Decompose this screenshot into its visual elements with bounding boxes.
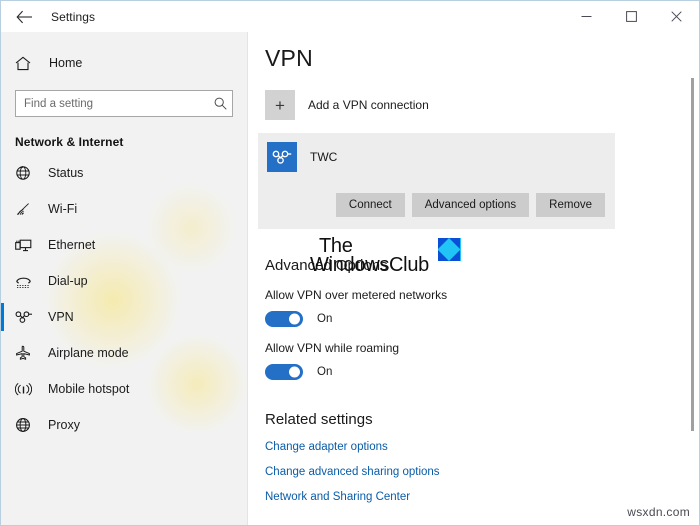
title-bar: Settings bbox=[1, 1, 699, 32]
app-title: Settings bbox=[51, 9, 96, 24]
sidebar-item-label-proxy: Proxy bbox=[48, 418, 80, 432]
window-controls bbox=[564, 1, 699, 32]
vpn-knot-icon bbox=[267, 142, 297, 172]
sidebar-item-wifi[interactable]: Wi-Fi bbox=[1, 191, 247, 227]
status-globe-icon bbox=[15, 165, 39, 181]
sidebar-item-label-status: Status bbox=[48, 166, 84, 180]
vpn-knot-icon bbox=[15, 310, 39, 324]
ethernet-icon bbox=[15, 238, 39, 253]
link-network-and-sharing-center[interactable]: Network and Sharing Center bbox=[265, 491, 699, 503]
dialup-phone-icon bbox=[15, 274, 39, 289]
sidebar: Home Network & Internet Status bbox=[1, 32, 248, 525]
sidebar-item-label-wifi: Wi-Fi bbox=[48, 202, 78, 216]
vpn-connection-card[interactable]: TWC Connect Advanced options Remove bbox=[258, 133, 615, 229]
related-settings-heading: Related settings bbox=[265, 411, 373, 428]
toggle-state-roaming: On bbox=[317, 366, 333, 378]
remove-button[interactable]: Remove bbox=[536, 193, 605, 217]
link-change-adapter-options[interactable]: Change adapter options bbox=[265, 441, 699, 453]
sidebar-item-status[interactable]: Status bbox=[1, 155, 247, 191]
sidebar-item-mobile-hotspot[interactable]: Mobile hotspot bbox=[1, 371, 247, 407]
setting-label-roaming: Allow VPN while roaming bbox=[265, 341, 400, 355]
search-input[interactable] bbox=[16, 91, 208, 116]
scrollbar-thumb[interactable] bbox=[691, 78, 694, 431]
toggle-metered-networks[interactable] bbox=[265, 311, 303, 327]
sidebar-item-label-ethernet: Ethernet bbox=[48, 238, 96, 252]
toggle-knob bbox=[289, 366, 300, 378]
proxy-globe-icon bbox=[15, 417, 39, 433]
toggle-row-metered: On bbox=[265, 311, 699, 327]
sidebar-item-label-vpn: VPN bbox=[48, 310, 74, 324]
toggle-state-metered: On bbox=[317, 313, 333, 325]
content-scrollbar[interactable] bbox=[686, 32, 699, 525]
sidebar-item-proxy[interactable]: Proxy bbox=[1, 407, 247, 443]
plus-icon: + bbox=[265, 90, 295, 120]
vpn-connection-name: TWC bbox=[310, 150, 338, 164]
sidebar-item-label-home: Home bbox=[49, 56, 83, 70]
connect-button[interactable]: Connect bbox=[335, 193, 405, 217]
wifi-icon bbox=[15, 202, 39, 217]
sidebar-item-ethernet[interactable]: Ethernet bbox=[1, 227, 247, 263]
search-icon[interactable] bbox=[208, 91, 232, 116]
vpn-connection-actions: Connect Advanced options Remove bbox=[267, 193, 605, 217]
hotspot-icon bbox=[15, 382, 39, 397]
home-icon bbox=[15, 56, 41, 71]
page-title: VPN bbox=[265, 45, 313, 71]
sidebar-group-title: Network & Internet bbox=[15, 135, 124, 149]
site-watermark: wsxdn.com bbox=[627, 505, 690, 519]
setting-label-metered: Allow VPN over metered networks bbox=[265, 288, 448, 302]
main-content: VPN + Add a VPN connection TWC Connect A… bbox=[249, 32, 699, 525]
airplane-icon bbox=[15, 345, 39, 361]
sidebar-item-airplane-mode[interactable]: Airplane mode bbox=[1, 335, 247, 371]
sidebar-item-dialup[interactable]: Dial-up bbox=[1, 263, 247, 299]
maximize-icon bbox=[626, 11, 637, 22]
back-arrow-icon bbox=[15, 10, 32, 23]
maximize-button[interactable] bbox=[609, 1, 654, 32]
close-icon bbox=[671, 11, 682, 22]
close-button[interactable] bbox=[654, 1, 699, 32]
sidebar-item-label-mobile-hotspot: Mobile hotspot bbox=[48, 382, 130, 396]
sidebar-item-label-airplane-mode: Airplane mode bbox=[48, 346, 129, 360]
toggle-row-roaming: On bbox=[265, 364, 699, 380]
advanced-options-button[interactable]: Advanced options bbox=[411, 193, 530, 217]
sidebar-item-home[interactable]: Home bbox=[1, 46, 247, 80]
settings-window: Settings Home Find a setting Network & I… bbox=[0, 0, 700, 526]
minimize-button[interactable] bbox=[564, 1, 609, 32]
vpn-connection-header: TWC bbox=[267, 142, 605, 172]
toggle-vpn-while-roaming[interactable] bbox=[265, 364, 303, 380]
minimize-icon bbox=[581, 16, 592, 17]
advanced-options-heading: Advanced Options bbox=[265, 257, 388, 274]
back-button[interactable] bbox=[1, 1, 47, 32]
add-vpn-connection-label: Add a VPN connection bbox=[308, 98, 429, 112]
add-vpn-connection-button[interactable]: + Add a VPN connection bbox=[265, 90, 699, 120]
search-box[interactable] bbox=[15, 90, 233, 117]
link-change-advanced-sharing-options[interactable]: Change advanced sharing options bbox=[265, 466, 699, 478]
sidebar-item-vpn[interactable]: VPN bbox=[1, 299, 247, 335]
sidebar-item-label-dialup: Dial-up bbox=[48, 274, 88, 288]
toggle-knob bbox=[289, 313, 300, 325]
